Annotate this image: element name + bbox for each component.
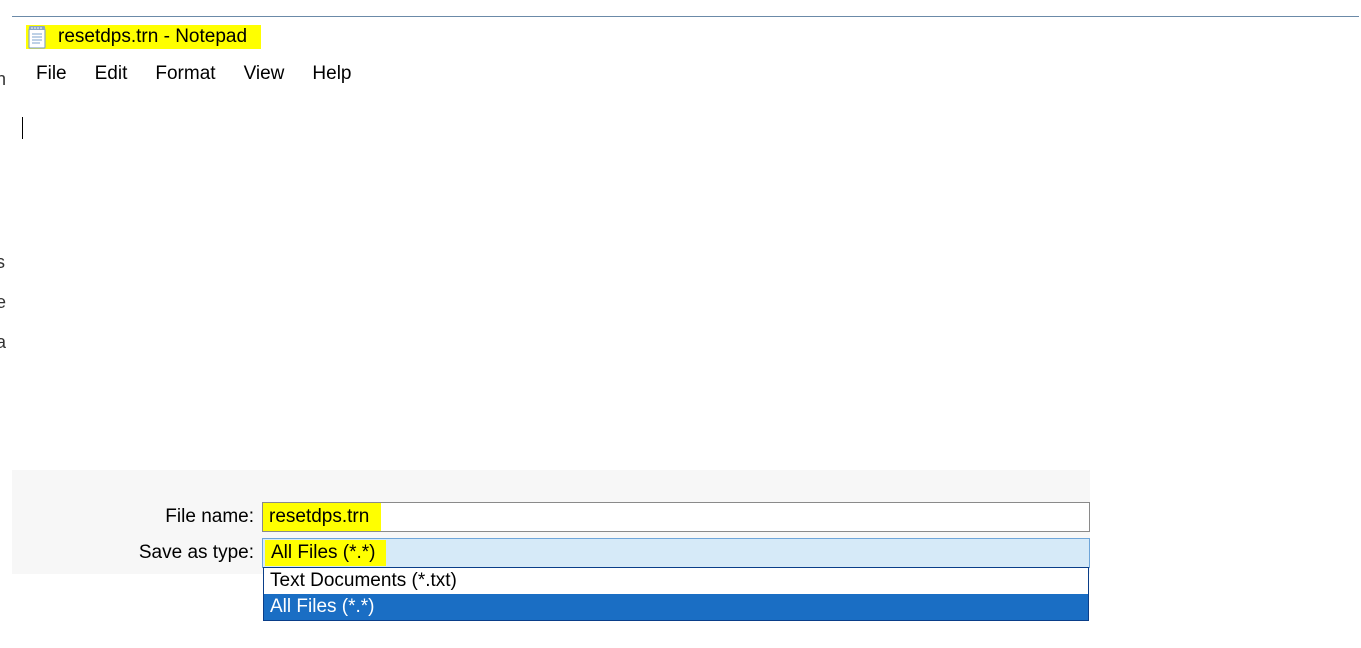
menu-edit[interactable]: Edit	[81, 59, 142, 89]
menu-format[interactable]: Format	[141, 59, 229, 89]
save-as-panel: File name: resetdps.trn Save as type: Al…	[12, 470, 1090, 574]
menu-file[interactable]: File	[22, 59, 81, 89]
window-title: resetdps.trn - Notepad	[58, 26, 247, 48]
notepad-window: resetdps.trn - Notepad File Edit Format …	[12, 16, 1359, 446]
filetype-option-all[interactable]: All Files (*.*)	[264, 594, 1088, 620]
notepad-icon	[26, 25, 48, 49]
filetype-option-txt[interactable]: Text Documents (*.txt)	[264, 568, 1088, 594]
filetype-combobox[interactable]: All Files (*.*) Text Documents (*.txt) A…	[262, 538, 1090, 568]
filename-row: File name: resetdps.trn	[12, 502, 1090, 532]
background-text-fragments: h s e a	[0, 0, 12, 648]
titlebar[interactable]: resetdps.trn - Notepad	[12, 17, 1359, 57]
editor-textarea[interactable]	[22, 117, 1359, 446]
menubar: File Edit Format View Help	[12, 57, 1359, 91]
text-cursor	[22, 117, 23, 139]
title-highlight: resetdps.trn - Notepad	[26, 25, 261, 49]
menu-view[interactable]: View	[230, 59, 299, 89]
filetype-selected-highlight: All Files (*.*)	[265, 540, 386, 566]
filetype-row: Save as type: All Files (*.*) Text Docum…	[12, 538, 1090, 568]
filetype-label: Save as type:	[12, 542, 262, 564]
filename-input[interactable]	[262, 502, 1090, 532]
menu-help[interactable]: Help	[298, 59, 365, 89]
filename-label: File name:	[12, 506, 262, 528]
filetype-dropdown: Text Documents (*.txt) All Files (*.*)	[263, 567, 1089, 621]
